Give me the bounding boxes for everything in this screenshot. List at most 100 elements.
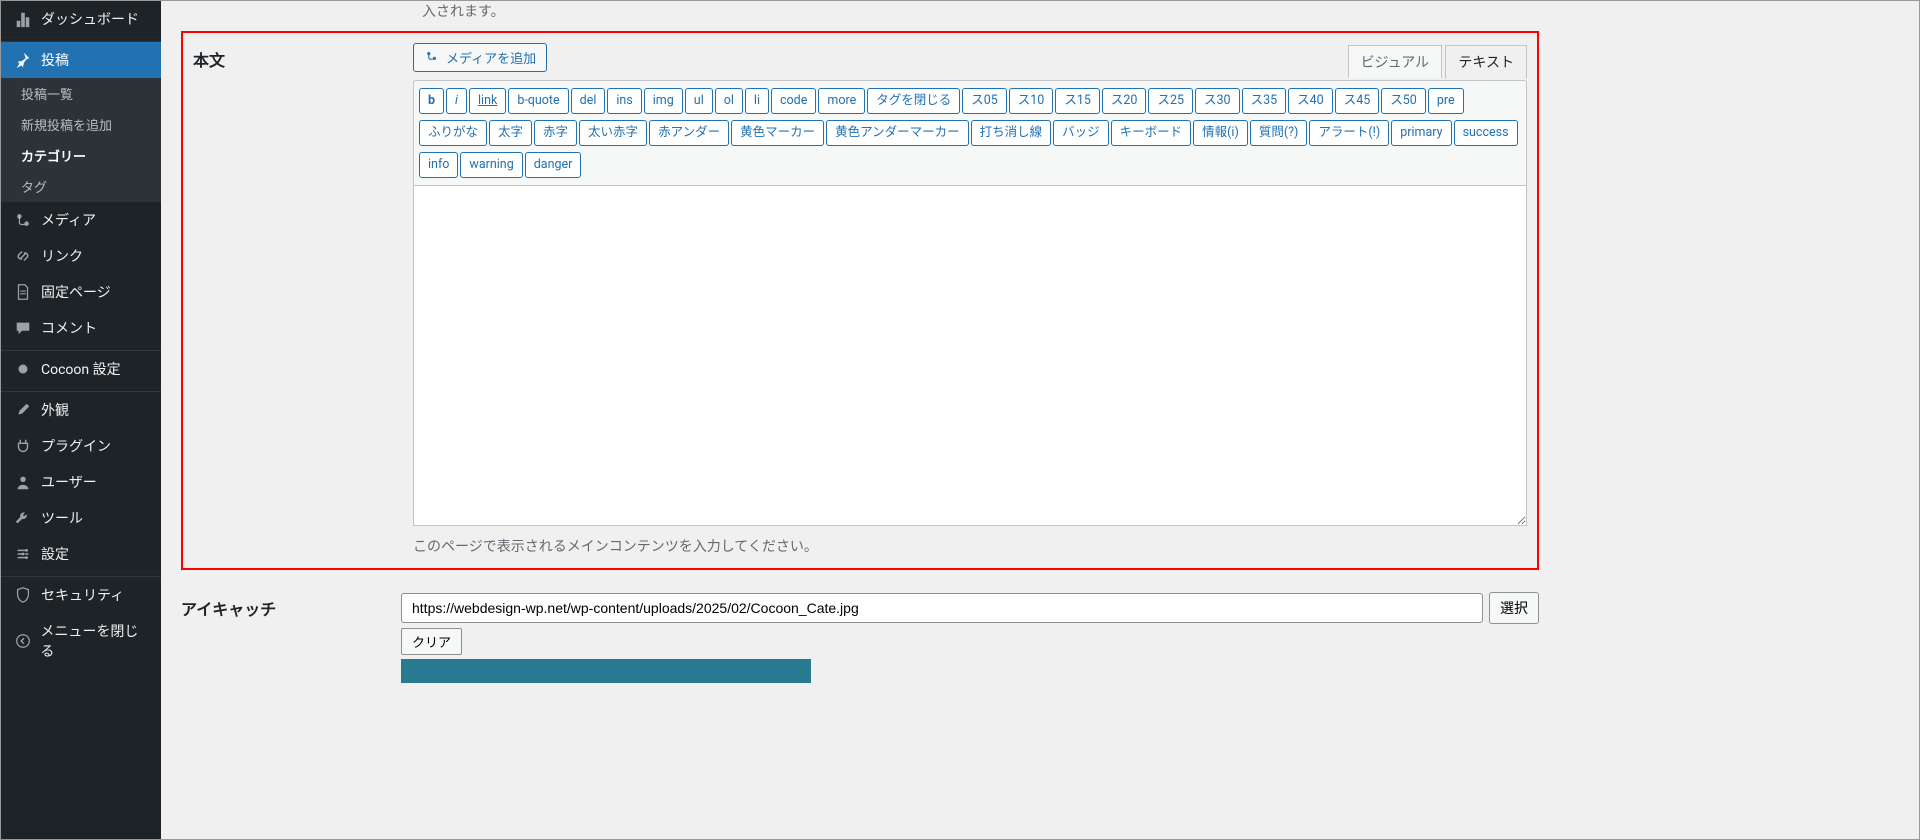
sub-item-categories[interactable]: カテゴリー <box>1 140 161 171</box>
qt-[interactable]: バッジ <box>1053 120 1109 146</box>
sidebar-label: プラグイン <box>41 436 111 456</box>
sidebar-item-posts[interactable]: 投稿 <box>1 42 161 78</box>
qt-pre[interactable]: pre <box>1428 88 1464 114</box>
sub-item-all-posts[interactable]: 投稿一覧 <box>1 78 161 109</box>
qt-del[interactable]: del <box>571 88 606 114</box>
qt-[interactable]: 黄色マーカー <box>731 120 824 146</box>
eyecatch-thumbnail <box>401 659 811 683</box>
qt-success[interactable]: success <box>1454 120 1518 146</box>
add-media-label: メディアを追加 <box>446 48 536 67</box>
qt-primary[interactable]: primary <box>1391 120 1451 146</box>
sidebar-label: リンク <box>41 246 83 266</box>
qt-b[interactable]: b <box>419 88 444 114</box>
sidebar-item-media[interactable]: メディア <box>1 202 161 238</box>
sidebar-item-plugins[interactable]: プラグイン <box>1 428 161 464</box>
current-arrow-icon <box>153 52 169 68</box>
add-media-button[interactable]: メディアを追加 <box>413 43 547 72</box>
sidebar-item-settings[interactable]: 設定 <box>1 536 161 572</box>
sidebar-item-appearance[interactable]: 外観 <box>1 392 161 428</box>
sidebar-label: コメント <box>41 318 97 338</box>
qt-[interactable]: 質問(?) <box>1250 120 1308 146</box>
sub-item-new-post[interactable]: 新規投稿を追加 <box>1 109 161 140</box>
brush-icon <box>13 400 33 420</box>
qt-45[interactable]: ス45 <box>1335 88 1380 114</box>
eyecatch-section: アイキャッチ 選択 クリア <box>181 582 1539 693</box>
tab-text[interactable]: テキスト <box>1445 45 1527 79</box>
qt-25[interactable]: ス25 <box>1148 88 1193 114</box>
content-textarea[interactable] <box>413 186 1527 526</box>
sidebar-item-users[interactable]: ユーザー <box>1 464 161 500</box>
collapse-icon <box>13 631 32 651</box>
wrench-icon <box>13 508 33 528</box>
qt-info[interactable]: info <box>419 152 458 178</box>
sidebar-item-security[interactable]: セキュリティ <box>1 577 161 613</box>
editor-tabs: ビジュアル テキスト <box>1348 45 1527 79</box>
eyecatch-url-input[interactable] <box>401 593 1483 623</box>
qt-[interactable]: 打ち消し線 <box>971 120 1052 146</box>
shield-icon <box>13 585 33 605</box>
qt-[interactable]: 太字 <box>489 120 532 146</box>
qt-20[interactable]: ス20 <box>1102 88 1147 114</box>
sidebar-label: 固定ページ <box>41 282 111 302</box>
cocoon-icon <box>13 359 33 379</box>
qt-i[interactable]: i <box>446 88 467 114</box>
qt-30[interactable]: ス30 <box>1195 88 1240 114</box>
quicktags-toolbar: bilinkb-quotedelinsimgulollicodemoreタグを閉… <box>413 80 1527 186</box>
sidebar-item-comments[interactable]: コメント <box>1 310 161 346</box>
sidebar-item-cocoon[interactable]: Cocoon 設定 <box>1 351 161 387</box>
qt-40[interactable]: ス40 <box>1288 88 1333 114</box>
pin-icon <box>13 50 33 70</box>
qt-10[interactable]: ス10 <box>1009 88 1054 114</box>
qt-bquote[interactable]: b-quote <box>508 88 568 114</box>
sidebar-item-tools[interactable]: ツール <box>1 500 161 536</box>
media-icon <box>424 48 440 67</box>
section-label-eyecatch: アイキャッチ <box>181 592 401 620</box>
sidebar-label: セキュリティ <box>41 585 124 605</box>
qt-danger[interactable]: danger <box>525 152 582 178</box>
qt-link[interactable]: link <box>469 88 506 114</box>
sidebar-item-pages[interactable]: 固定ページ <box>1 274 161 310</box>
sidebar-collapse[interactable]: メニューを閉じる <box>1 613 161 669</box>
qt-ul[interactable]: ul <box>685 88 713 114</box>
qt-[interactable]: 太い赤字 <box>579 120 647 146</box>
qt-[interactable]: 赤アンダー <box>649 120 729 146</box>
tab-visual[interactable]: ビジュアル <box>1348 45 1443 78</box>
qt-more[interactable]: more <box>818 88 865 114</box>
sidebar-label: メニューを閉じる <box>40 621 149 661</box>
admin-sidebar: ダッシュボード 投稿 投稿一覧 新規投稿を追加 カテゴリー タグ メディア リン… <box>1 1 161 839</box>
comment-icon <box>13 318 33 338</box>
qt-15[interactable]: ス15 <box>1055 88 1100 114</box>
plug-icon <box>13 436 33 456</box>
qt-[interactable]: 赤字 <box>534 120 577 146</box>
qt-ol[interactable]: ol <box>715 88 743 114</box>
qt-ins[interactable]: ins <box>607 88 641 114</box>
qt-[interactable]: キーボード <box>1111 120 1192 146</box>
qt-[interactable]: タグを閉じる <box>867 88 960 114</box>
qt-50[interactable]: ス50 <box>1381 88 1426 114</box>
qt-05[interactable]: ス05 <box>962 88 1007 114</box>
sub-item-tags[interactable]: タグ <box>1 171 161 202</box>
qt-[interactable]: 黄色アンダーマーカー <box>826 120 969 146</box>
qt-[interactable]: アラート(!) <box>1309 120 1389 146</box>
select-button[interactable]: 選択 <box>1489 592 1539 624</box>
qt-warning[interactable]: warning <box>460 152 522 178</box>
user-icon <box>13 472 33 492</box>
qt-i[interactable]: 情報(i) <box>1193 120 1248 146</box>
media-icon <box>13 210 33 230</box>
qt-li[interactable]: li <box>745 88 769 114</box>
page-icon <box>13 282 33 302</box>
sidebar-item-dashboard[interactable]: ダッシュボード <box>1 1 161 37</box>
qt-img[interactable]: img <box>644 88 683 114</box>
sidebar-item-links[interactable]: リンク <box>1 238 161 274</box>
main-content: 入されます。 本文 メディアを追加 ビジュアル テキスト <box>161 1 1919 839</box>
clear-button[interactable]: クリア <box>401 628 462 655</box>
qt-code[interactable]: code <box>771 88 816 114</box>
qt-35[interactable]: ス35 <box>1242 88 1287 114</box>
qt-[interactable]: ふりがな <box>419 120 487 146</box>
sidebar-label: 外観 <box>41 400 69 420</box>
sidebar-label: ツール <box>41 508 83 528</box>
sidebar-label: ユーザー <box>41 472 97 492</box>
sidebar-label: 設定 <box>41 544 69 564</box>
sidebar-label: 投稿 <box>41 50 69 70</box>
dashboard-icon <box>13 9 33 29</box>
